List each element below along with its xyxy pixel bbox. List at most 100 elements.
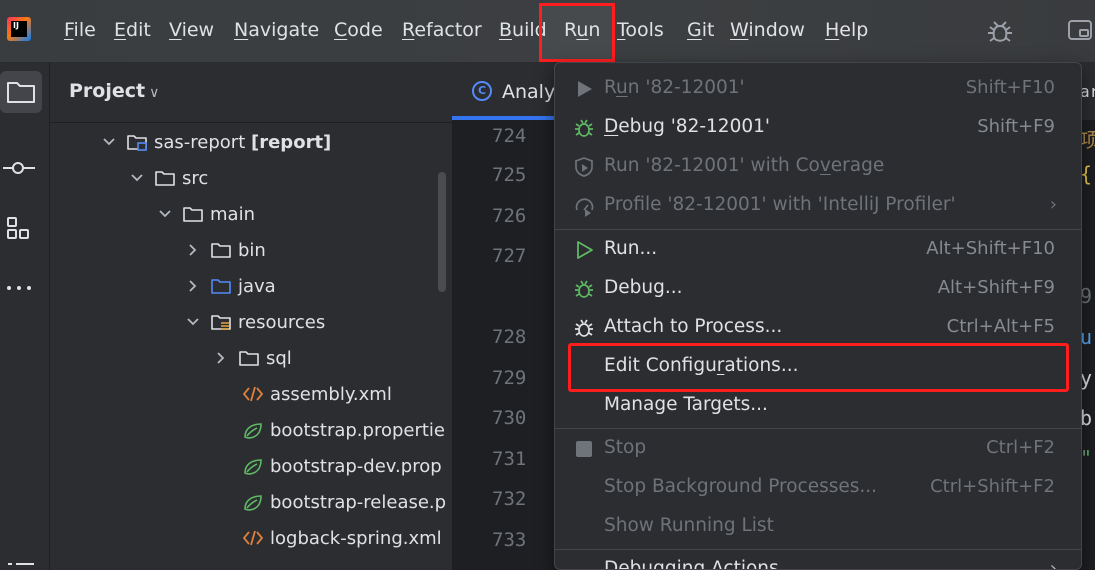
folder-icon	[211, 243, 231, 258]
menu-window[interactable]: Window	[730, 19, 805, 41]
intellij-logo-icon[interactable]: IJ	[7, 17, 31, 41]
tree-item-bootstrap-release[interactable]: bootstrap-release.p	[242, 484, 446, 520]
line-number: 726	[492, 205, 527, 227]
divider	[50, 122, 452, 123]
tree-item-resources[interactable]: resources	[186, 304, 325, 340]
tree-item-sql[interactable]: sql	[214, 340, 292, 376]
structure-icon	[7, 217, 29, 239]
tree-item-src[interactable]: src	[130, 160, 208, 196]
run-icon	[578, 81, 592, 97]
tree-item-java[interactable]: java	[186, 268, 276, 304]
tab-analy[interactable]: C Analy	[452, 62, 562, 120]
menu-view[interactable]: View	[169, 19, 214, 41]
more-icon	[7, 286, 31, 290]
line-number: 727	[492, 245, 527, 267]
project-panel-title[interactable]: Project ∨	[69, 80, 159, 102]
debug-icon	[575, 119, 593, 137]
chevron-down-icon[interactable]	[186, 315, 200, 329]
chevron-down-icon[interactable]	[102, 135, 116, 149]
project-scrollbar[interactable]	[438, 172, 446, 292]
tree-item-logback-spring[interactable]: logback-spring.xml	[242, 520, 442, 556]
menu-item-run[interactable]: Run... Alt+Shift+F10	[555, 232, 1081, 268]
more-tools-button[interactable]	[0, 267, 42, 309]
line-number: 730	[492, 407, 527, 429]
project-tool-button[interactable]	[0, 71, 42, 113]
class-icon: C	[472, 81, 492, 101]
spring-properties-icon	[244, 459, 262, 475]
run-menu-dropdown: Run '82-12001' Shift+F10 Debug '82-12001…	[554, 62, 1082, 570]
module-folder-icon	[127, 135, 147, 151]
attach-icon	[575, 319, 593, 337]
tree-item-bootstrap-properties[interactable]: bootstrap.propertie	[242, 412, 445, 448]
chevron-right-icon: ›	[1049, 194, 1057, 215]
line-number: 729	[492, 367, 527, 389]
chevron-right-icon[interactable]	[186, 243, 200, 257]
folder-icon	[239, 351, 259, 366]
debug-tool-icon[interactable]	[984, 16, 1016, 48]
menu-item-run-config[interactable]: Run '82-12001' Shift+F10	[555, 71, 1081, 107]
line-number: 728	[492, 326, 527, 348]
chevron-down-icon[interactable]	[158, 207, 172, 221]
code-fragment: ar	[1080, 82, 1095, 101]
chevron-down-icon: ∨	[149, 85, 160, 101]
menu-item-profile[interactable]: Profile '82-12001' with 'IntelliJ Profil…	[555, 188, 1081, 224]
menu-git[interactable]: Git	[687, 19, 714, 41]
menu-separator	[555, 428, 1081, 429]
tree-item-assembly-xml[interactable]: assembly.xml	[242, 376, 392, 412]
xml-file-icon	[242, 386, 264, 402]
menu-run[interactable]: Run	[564, 19, 600, 41]
run-outline-icon	[577, 241, 593, 259]
menu-item-run-with-coverage[interactable]: Run '82-12001' with Coverage	[555, 149, 1081, 185]
resource-folder-icon	[211, 315, 231, 330]
xml-file-icon	[242, 530, 264, 546]
main-menubar: IJ File Edit View Navigate Code Refactor…	[0, 0, 1095, 62]
line-number: 725	[492, 164, 527, 186]
menu-code[interactable]: Code	[334, 19, 383, 41]
tree-item-main[interactable]: main	[158, 196, 255, 232]
menu-file[interactable]: File	[64, 19, 96, 41]
menu-item-show-running-list[interactable]: Show Running List	[555, 509, 1081, 545]
tree-item-bootstrap-dev[interactable]: bootstrap-dev.prop	[242, 448, 442, 484]
line-number: 724	[492, 125, 527, 147]
menu-item-debug[interactable]: Debug... Alt+Shift+F9	[555, 271, 1081, 307]
layout-toggle-icon[interactable]	[1066, 18, 1094, 44]
source-folder-icon	[211, 279, 231, 294]
spring-properties-icon	[244, 495, 262, 511]
line-number: 731	[492, 448, 527, 470]
menu-navigate[interactable]: Navigate	[234, 19, 319, 41]
tree-item-sas-report[interactable]: sas-report [report]	[102, 124, 331, 160]
menu-item-stop-background[interactable]: Stop Background Processes... Ctrl+Shift+…	[555, 470, 1081, 506]
active-tab-indicator	[452, 116, 562, 120]
folder-icon	[155, 171, 175, 186]
commit-icon	[3, 162, 35, 174]
menu-item-attach-to-process[interactable]: Attach to Process... Ctrl+Alt+F5	[555, 310, 1081, 346]
menu-item-debugging-actions[interactable]: Debugging Actions ›	[555, 552, 1081, 570]
chevron-right-icon[interactable]	[214, 351, 228, 365]
menu-help[interactable]: Help	[825, 19, 868, 41]
commit-tool-button[interactable]	[0, 147, 42, 189]
stop-icon	[576, 441, 592, 457]
folder-icon	[7, 82, 35, 103]
tree-item-bin[interactable]: bin	[186, 232, 266, 268]
chevron-right-icon: ›	[1049, 558, 1057, 570]
menu-edit[interactable]: Edit	[114, 19, 151, 41]
coverage-icon	[575, 157, 593, 177]
spring-properties-icon	[244, 423, 262, 439]
list-icon[interactable]	[6, 558, 36, 570]
menu-separator	[555, 549, 1081, 550]
structure-tool-button[interactable]	[0, 207, 42, 249]
line-number: 733	[492, 529, 527, 551]
menu-item-stop[interactable]: Stop Ctrl+F2	[555, 431, 1081, 467]
menu-refactor[interactable]: Refactor	[402, 19, 482, 41]
chevron-right-icon[interactable]	[186, 279, 200, 293]
debug-icon	[575, 280, 593, 298]
tool-window-strip	[0, 62, 50, 570]
code-fragment: 项	[1080, 128, 1095, 152]
menu-separator	[555, 229, 1081, 230]
menu-item-debug-config[interactable]: Debug '82-12001' Shift+F9	[555, 110, 1081, 146]
menu-item-manage-targets[interactable]: Manage Targets...	[555, 388, 1081, 424]
project-panel: Project ∨ sas-report [report] src main bi…	[50, 62, 452, 570]
chevron-down-icon[interactable]	[130, 171, 144, 185]
menu-tools[interactable]: Tools	[617, 19, 664, 41]
folder-icon	[183, 207, 203, 222]
